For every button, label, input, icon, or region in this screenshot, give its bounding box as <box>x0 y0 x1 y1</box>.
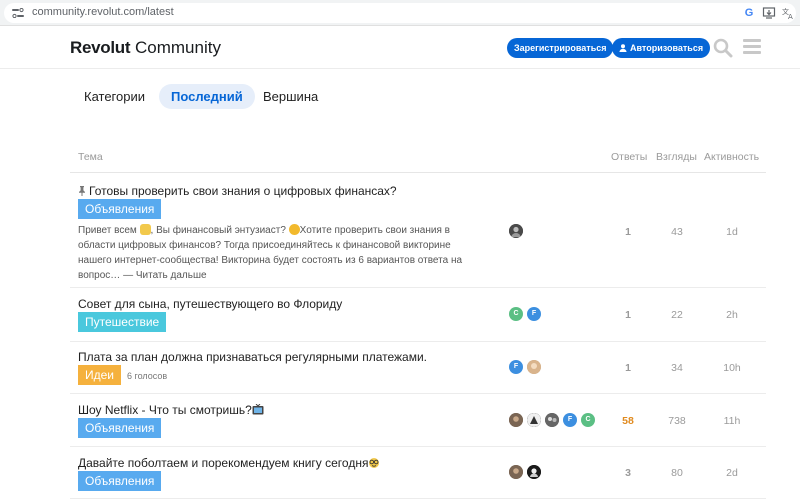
money-mouth-emoji-icon <box>288 224 300 235</box>
svg-text:A: A <box>788 13 793 20</box>
pin-icon <box>79 186 85 196</box>
view-count: 34 <box>671 362 683 374</box>
activity-time[interactable]: 11h <box>712 415 752 427</box>
avatar[interactable]: C <box>581 413 595 427</box>
activity-time[interactable]: 2d <box>712 467 752 479</box>
avatar[interactable] <box>509 465 523 479</box>
tab-top[interactable]: Вершина <box>251 84 330 109</box>
reply-count[interactable]: 3 <box>608 467 648 479</box>
login-label: Авторизоваться <box>630 43 704 53</box>
avatar[interactable]: F <box>527 307 541 321</box>
category-badge[interactable]: Путешествие <box>78 312 167 332</box>
hamburger-menu-icon[interactable] <box>743 39 761 55</box>
avatar[interactable] <box>527 413 541 427</box>
tab-latest[interactable]: Последний <box>159 84 255 109</box>
topic-excerpt[interactable]: Привет всем , Вы финансовый энтузиаст? Х… <box>78 223 478 283</box>
activity-time[interactable]: 1d <box>712 226 752 238</box>
column-header-views[interactable]: Взгляды <box>656 151 697 163</box>
signup-button[interactable]: Зарегистрироваться <box>507 38 614 58</box>
user-photo-icon <box>527 360 541 374</box>
user-photo-icon <box>509 224 523 238</box>
user-photo-icon <box>545 413 559 427</box>
avatar[interactable] <box>509 224 523 238</box>
read-more-link[interactable]: — Читать дальше <box>123 270 206 281</box>
vote-count: 6 голосов <box>127 371 168 381</box>
user-photo-icon <box>527 413 541 427</box>
activity-time[interactable]: 2h <box>712 309 752 321</box>
reply-count[interactable]: 1 <box>608 226 648 238</box>
topic-title-link[interactable]: Совет для сына, путешествующего во Флори… <box>78 296 342 312</box>
avatar[interactable]: F <box>509 360 523 374</box>
reply-count[interactable]: 1 <box>608 362 648 374</box>
login-button[interactable]: Авторизоваться <box>612 38 711 58</box>
view-count: 80 <box>671 467 683 479</box>
user-photo-icon <box>509 413 523 427</box>
translate-icon[interactable]: 文 A <box>781 6 795 20</box>
search-icon[interactable] <box>713 38 733 58</box>
google-icon[interactable]: G <box>742 6 756 20</box>
topic-title-link[interactable]: Шоу Netflix - Что ты смотришь? <box>78 402 264 418</box>
waving-hand-emoji-icon <box>139 224 151 235</box>
user-photo-icon <box>509 465 523 479</box>
install-app-icon[interactable] <box>762 6 776 20</box>
nerd-face-emoji-icon <box>369 458 380 468</box>
topic-title-text: Давайте поболтаем и порекомендуем книгу … <box>78 456 369 470</box>
topic-title-link[interactable]: Готовы проверить свои знания о цифровых … <box>78 183 397 199</box>
view-count: 43 <box>671 226 683 238</box>
logo-suffix: Community <box>134 38 221 57</box>
site-header: Revolut Community Зарегистрироваться Авт… <box>0 27 800 69</box>
topic-title-text: Готовы проверить свои знания о цифровых … <box>89 184 397 198</box>
url-text: community.revolut.com/latest <box>32 6 174 18</box>
browser-address-bar: community.revolut.com/latest G 文 A <box>0 0 800 26</box>
category-badge[interactable]: Объявления <box>78 418 162 438</box>
row-divider <box>70 287 766 288</box>
avatar[interactable] <box>545 413 559 427</box>
user-icon <box>619 44 627 52</box>
logo-brand: Revolut <box>70 38 131 57</box>
avatar[interactable] <box>527 465 541 479</box>
column-header-topic[interactable]: Тема <box>78 151 103 163</box>
url-field[interactable]: community.revolut.com/latest G 文 A <box>4 3 796 23</box>
row-divider <box>70 446 766 447</box>
avatar[interactable] <box>509 413 523 427</box>
row-divider <box>70 393 766 394</box>
tv-emoji-icon <box>252 403 264 415</box>
topic-title-text: Шоу Netflix - Что ты смотришь? <box>78 403 252 417</box>
view-count: 738 <box>668 415 686 427</box>
column-header-replies[interactable]: Ответы <box>611 151 647 163</box>
category-badge[interactable]: Идеи <box>78 365 122 385</box>
reply-count[interactable]: 58 <box>608 415 648 427</box>
category-badge[interactable]: Объявления <box>78 471 162 491</box>
table-header-divider <box>70 172 766 173</box>
reply-count[interactable]: 1 <box>608 309 648 321</box>
avatar[interactable]: F <box>563 413 577 427</box>
row-divider <box>70 498 766 499</box>
site-logo[interactable]: Revolut Community <box>70 38 221 58</box>
user-photo-icon <box>527 465 541 479</box>
row-divider <box>70 341 766 342</box>
site-settings-icon[interactable] <box>12 8 24 18</box>
avatar[interactable] <box>527 360 541 374</box>
topic-title-link[interactable]: Давайте поболтаем и порекомендуем книгу … <box>78 455 380 471</box>
category-badge[interactable]: Объявления <box>78 199 162 219</box>
view-count: 22 <box>671 309 683 321</box>
topic-title-link[interactable]: Плата за план должна признаваться регуля… <box>78 349 427 365</box>
tab-categories[interactable]: Категории <box>72 84 157 109</box>
activity-time[interactable]: 10h <box>712 362 752 374</box>
avatar[interactable]: C <box>509 307 523 321</box>
column-header-activity[interactable]: Активность <box>704 151 759 163</box>
